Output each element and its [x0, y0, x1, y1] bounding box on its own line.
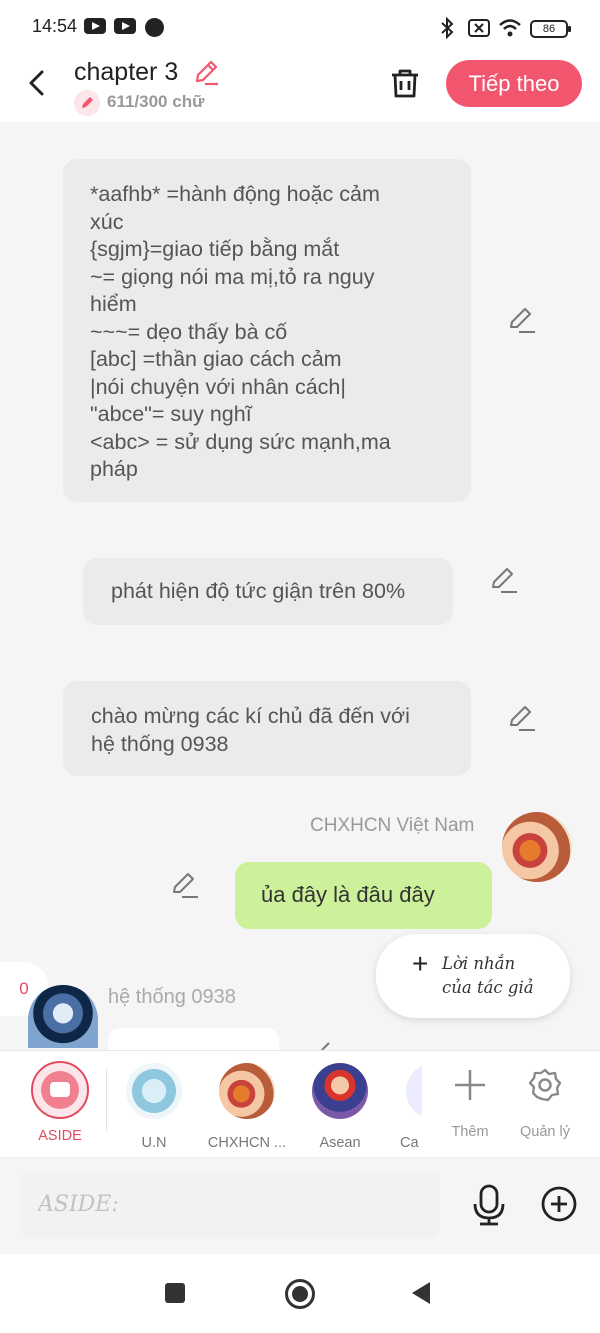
avatar[interactable] — [502, 812, 572, 882]
edit-title-icon[interactable] — [192, 58, 220, 86]
legend-line: xúc — [90, 209, 124, 234]
battery-indicator: 86 — [530, 20, 571, 38]
system-avatar[interactable] — [28, 985, 98, 1048]
system-nav-bar — [0, 1254, 600, 1333]
welcome-line: hệ thống 0938 — [91, 731, 229, 756]
legend-line: {sgjm}=giao tiếp bằng mắt — [90, 237, 340, 261]
divider — [106, 1069, 107, 1131]
welcome-message[interactable]: chào mừng các kí chủ đã đến với hệ thống… — [63, 681, 471, 776]
editor-header: chapter 3 611/300 chữ Tiếp theo — [0, 54, 600, 122]
edit-message-icon[interactable] — [489, 565, 519, 595]
character-label: Ca — [400, 1135, 419, 1151]
legend-line: ~~~= dẹo thấy bà cố — [90, 319, 288, 344]
aside-avatar — [31, 1061, 89, 1119]
character-chxhcn[interactable]: CHXHCN ... — [202, 1063, 292, 1151]
plus-icon: + — [412, 948, 429, 979]
no-sim-icon — [468, 19, 490, 37]
legend-line: <abc> = sử dụng sức mạnh,ma — [90, 429, 391, 454]
system-message[interactable] — [108, 1028, 279, 1050]
back-arrow-icon[interactable] — [24, 68, 54, 98]
sender-name: CHXHCN Việt Nam — [310, 815, 475, 836]
add-circle-icon[interactable] — [540, 1185, 578, 1223]
manage-button[interactable]: Quản lý — [500, 1063, 590, 1140]
author-note-line: Lời nhắn — [442, 954, 516, 973]
chapter-title[interactable]: chapter 3 — [74, 58, 178, 87]
plus-icon — [455, 1070, 485, 1100]
manage-label: Quản lý — [520, 1124, 570, 1140]
youtube-icon-2 — [114, 18, 136, 34]
character-asean[interactable]: Asean — [295, 1063, 385, 1151]
chxhcn-avatar — [219, 1063, 275, 1119]
character-label: Asean — [319, 1135, 361, 1151]
microphone-icon[interactable] — [470, 1183, 508, 1227]
character-un[interactable]: U.N — [109, 1063, 199, 1151]
status-bar: 14:54 86 — [0, 0, 600, 54]
youtube-icon — [84, 18, 106, 34]
bluetooth-icon — [441, 17, 454, 39]
next-button[interactable]: Tiếp theo — [446, 60, 582, 107]
edit-message-icon[interactable] — [170, 870, 200, 900]
character-label: ASIDE — [38, 1128, 82, 1144]
home-button[interactable] — [285, 1279, 315, 1309]
character-label: U.N — [141, 1135, 167, 1151]
anger-message[interactable]: phát hiện độ tức giận trên 80% — [83, 558, 453, 625]
edit-message-icon[interactable] — [507, 703, 537, 733]
word-count: 611/300 chữ — [107, 92, 205, 111]
globe-icon — [145, 18, 164, 37]
system-name: hệ thống 0938 — [108, 986, 236, 1008]
legend-line: *aafhb* =hành động hoặc cảm — [90, 182, 380, 206]
pencil-badge-icon — [74, 90, 100, 116]
asean-avatar — [312, 1063, 368, 1119]
trash-icon[interactable] — [388, 66, 422, 100]
partial-avatar — [406, 1063, 422, 1119]
legend-line: [abc] =thần giao cách cảm — [90, 347, 342, 371]
author-note-button[interactable]: + Lời nhắn của tác giả — [376, 934, 570, 1018]
un-avatar — [126, 1063, 182, 1119]
status-time: 14:54 — [32, 16, 78, 36]
legend-message[interactable]: *aafhb* =hành động hoặc cảm xúc {sgjm}=g… — [63, 159, 471, 502]
edit-message-icon[interactable] — [507, 305, 537, 335]
edit-message-icon[interactable] — [314, 1040, 334, 1050]
character-partial[interactable]: Ca — [388, 1063, 422, 1151]
gear-icon — [528, 1068, 562, 1102]
welcome-line: chào mừng các kí chủ đã đến với — [91, 704, 410, 728]
user-message[interactable]: ủa đây là đâu đây — [235, 862, 492, 929]
legend-line: pháp — [90, 457, 138, 481]
legend-line: ~= giọng nói ma mị,tỏ ra nguy — [90, 264, 375, 289]
back-button[interactable] — [412, 1282, 430, 1304]
author-note-line: của tác giả — [442, 978, 534, 997]
character-label: CHXHCN ... — [207, 1135, 287, 1151]
recents-button[interactable] — [165, 1283, 185, 1303]
legend-line: |nói chuyện với nhân cách| — [90, 374, 346, 399]
character-bar: ASIDE U.N CHXHCN ... Asean Ca Thêm Quản … — [0, 1050, 600, 1158]
legend-line: "abce"= suy nghĩ — [90, 402, 252, 426]
wifi-icon — [499, 19, 521, 37]
character-aside[interactable]: ASIDE — [15, 1061, 105, 1144]
chat-bubble-icon — [41, 1071, 79, 1109]
legend-line: hiểm — [90, 292, 137, 316]
message-input[interactable] — [20, 1171, 440, 1238]
